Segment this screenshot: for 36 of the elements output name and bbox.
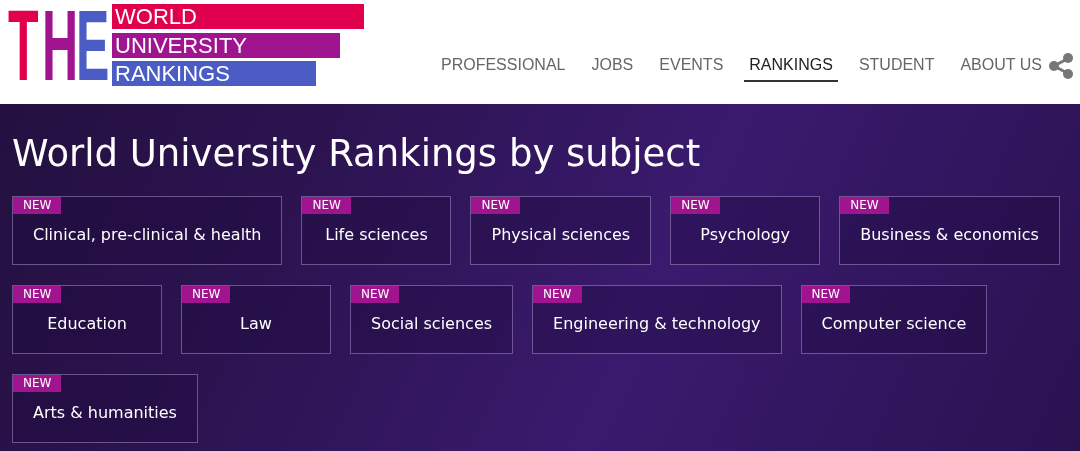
logo-banner: WORLD: [112, 4, 364, 29]
logo-letter: H: [42, 4, 79, 86]
subject-link[interactable]: NEW Psychology: [670, 196, 821, 265]
nav-link[interactable]: STUDENT: [853, 56, 940, 82]
new-badge: NEW: [533, 286, 582, 303]
new-badge: NEW: [840, 197, 889, 214]
new-badge: NEW: [801, 286, 850, 303]
subject-link[interactable]: NEW Business & economics: [839, 196, 1060, 265]
nav-link[interactable]: ABOUT US: [955, 56, 1047, 82]
logo-banner: RANKINGS: [112, 61, 316, 86]
subject-link[interactable]: NEW Arts & humanities: [12, 374, 198, 443]
logo-letter: E: [76, 4, 110, 86]
nav-link[interactable]: RANKINGS: [744, 56, 838, 82]
share-icon[interactable]: [1046, 52, 1075, 80]
subject-link[interactable]: NEW Life sciences: [301, 196, 452, 265]
subject-link[interactable]: NEW Physical sciences: [470, 196, 652, 265]
nav-link[interactable]: EVENTS: [654, 56, 729, 82]
new-badge: NEW: [13, 375, 62, 392]
logo-letter: T: [8, 4, 39, 86]
new-badge: NEW: [351, 286, 400, 303]
page-title: World University Rankings by subject: [12, 131, 702, 177]
new-badge: NEW: [471, 197, 520, 214]
subject-link[interactable]: NEW Law: [181, 285, 331, 354]
subject-link[interactable]: NEW Education: [12, 285, 162, 354]
subject-link[interactable]: NEW Engineering & technology: [532, 285, 782, 354]
new-badge: NEW: [13, 197, 62, 214]
new-badge: NEW: [671, 197, 720, 214]
subject-link[interactable]: NEW Computer science: [800, 285, 988, 354]
new-badge: NEW: [302, 197, 351, 214]
nav-link[interactable]: JOBS: [586, 56, 639, 82]
subject-link[interactable]: NEW Social sciences: [350, 285, 514, 354]
new-badge: NEW: [182, 286, 231, 303]
logo-banner: UNIVERSITY: [112, 32, 340, 58]
new-badge: NEW: [13, 286, 62, 303]
subject-link[interactable]: NEW Clinical, pre-clinical & health: [12, 196, 283, 265]
nav-link[interactable]: PROFESSIONAL: [436, 56, 571, 82]
